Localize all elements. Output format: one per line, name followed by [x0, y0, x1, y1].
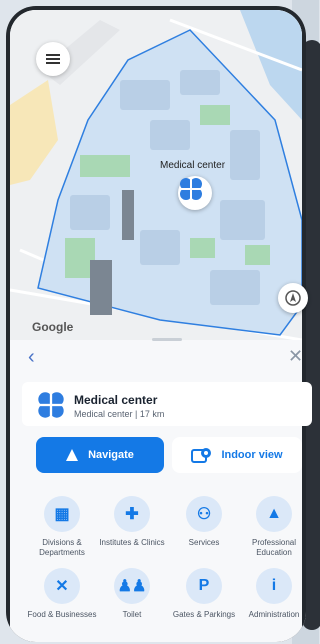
- navigation-arrow-icon: [285, 290, 301, 306]
- indoor-view-button[interactable]: Indoor view: [172, 437, 302, 473]
- building-icon: ▦: [44, 496, 80, 532]
- info-icon: i: [256, 568, 292, 604]
- clover-icon: [180, 178, 202, 200]
- poi-subtitle: Medical center | 17 km: [74, 409, 165, 419]
- graduation-cap-icon: ▲: [256, 496, 292, 532]
- close-button[interactable]: ✕: [288, 346, 303, 367]
- people-icon: ⚇: [186, 496, 222, 532]
- category-label: Institutes & Clinics: [99, 538, 165, 547]
- category-institutes[interactable]: ✚ Institutes & Clinics: [96, 496, 168, 548]
- sheet-grabber[interactable]: [152, 338, 182, 341]
- category-label: Divisions & Departments: [39, 538, 85, 557]
- category-administration[interactable]: i Administration: [238, 568, 310, 620]
- indoor-view-label: Indoor view: [221, 449, 283, 461]
- category-label: Toilet: [122, 610, 142, 619]
- navigate-label: Navigate: [88, 449, 134, 461]
- map-place-label: Medical center: [160, 160, 226, 171]
- category-food[interactable]: ✕ Food & Businesses: [26, 568, 98, 620]
- category-services[interactable]: ⚇ Services: [168, 496, 240, 548]
- menu-button[interactable]: [36, 42, 70, 76]
- locate-button[interactable]: [278, 283, 308, 313]
- map-view[interactable]: Medical center Google: [10, 10, 302, 340]
- indoor-map-icon: [191, 448, 212, 463]
- category-label: Administration: [248, 610, 300, 619]
- restroom-icon: ♟♟: [114, 568, 150, 604]
- medical-bag-icon: ✚: [114, 496, 150, 532]
- parking-icon: P: [186, 568, 222, 604]
- category-toilet[interactable]: ♟♟ Toilet: [96, 568, 168, 620]
- category-label: Food & Businesses: [27, 610, 97, 619]
- category-label: Professional Education: [251, 538, 297, 557]
- category-gates[interactable]: P Gates & Parkings: [168, 568, 240, 620]
- navigation-arrow-icon: [66, 449, 79, 461]
- category-divisions[interactable]: ▦ Divisions & Departments: [26, 496, 98, 558]
- category-education[interactable]: ▲ Professional Education: [238, 496, 310, 558]
- google-logo: Google: [32, 320, 74, 334]
- poi-title: Medical center: [74, 393, 158, 407]
- medical-center-pin[interactable]: [178, 176, 212, 210]
- navigate-button[interactable]: Navigate: [36, 437, 164, 473]
- utensils-icon: ✕: [44, 568, 80, 604]
- back-button[interactable]: ‹: [28, 346, 35, 369]
- clover-icon: [38, 392, 64, 418]
- category-label: Services: [188, 538, 220, 547]
- hamburger-icon: [46, 58, 60, 60]
- category-label: Gates & Parkings: [172, 610, 236, 619]
